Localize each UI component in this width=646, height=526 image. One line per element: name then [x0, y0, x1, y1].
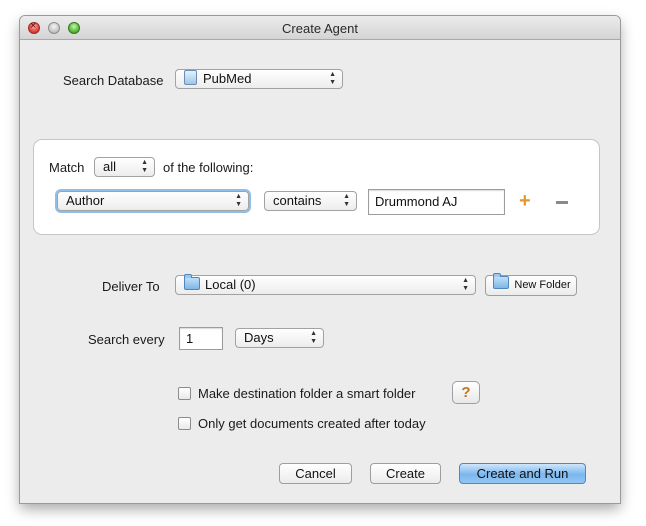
popup-arrows-icon: ▲ ▼ [141, 159, 148, 174]
popup-arrows-icon: ▲ ▼ [235, 193, 242, 208]
interval-unit-popup[interactable]: Days ▲ ▼ [235, 328, 324, 348]
create-agent-window: Create Agent Search Database PubMed ▲▼ M… [20, 16, 620, 503]
field-popup[interactable]: Author ▲ ▼ [57, 191, 249, 211]
search-database-popup[interactable]: PubMed ▲ ▼ [175, 69, 343, 89]
popup-arrows-icon: ▲ ▼ [329, 71, 336, 86]
match-popup[interactable]: all ▲ ▼ [94, 157, 155, 177]
search-every-label: Search every [88, 332, 165, 347]
search-interval-field[interactable]: 1 [179, 327, 223, 350]
smart-folder-checkbox[interactable] [178, 387, 191, 400]
deliver-to-label: Deliver To [102, 279, 160, 294]
popup-arrows-icon: ▲ ▼ [343, 193, 350, 208]
cancel-button[interactable]: Cancel [279, 463, 352, 484]
field-value: Author [66, 193, 105, 208]
create-button[interactable]: Create [370, 463, 441, 484]
popup-arrows-icon: ▲ ▼ [462, 277, 469, 292]
new-folder-button[interactable]: New Folder [485, 273, 577, 296]
title-bar: Create Agent [20, 16, 620, 40]
add-rule-button[interactable]: + [519, 191, 531, 211]
criteria-panel: Match all ▲ ▼ of the following: Author ▲ ▼… [33, 139, 600, 235]
interval-unit-value: Days [244, 330, 274, 345]
popup-arrows-icon: ▲ ▼ [310, 330, 317, 345]
remove-rule-button[interactable] [556, 201, 568, 204]
search-database-label: Search Database [63, 73, 164, 88]
match-label: Match [49, 160, 85, 175]
new-folder-label: New Folder [514, 279, 571, 291]
criteria-value-field[interactable]: Drummond AJ [368, 189, 505, 215]
deliver-to-popup[interactable]: Local (0) ▲ ▼ [175, 274, 476, 295]
match-value: all [103, 159, 117, 174]
after-today-label: Only get documents created after today [198, 416, 426, 431]
after-today-checkbox[interactable] [178, 417, 191, 430]
search-database-value: PubMed [203, 71, 252, 86]
database-icon [184, 70, 197, 85]
folder-icon [184, 274, 200, 290]
smart-folder-label: Make destination folder a smart folder [198, 386, 416, 401]
of-the-following-label: of the following: [163, 160, 254, 175]
help-button[interactable]: ? [452, 381, 480, 404]
folder-icon [493, 273, 510, 289]
deliver-to-value: Local (0) [205, 277, 256, 292]
operator-value: contains [273, 193, 322, 208]
create-and-run-button[interactable]: Create and Run [459, 463, 586, 484]
operator-popup[interactable]: contains ▲ ▼ [264, 191, 357, 211]
window-title: Create Agent [282, 21, 358, 36]
